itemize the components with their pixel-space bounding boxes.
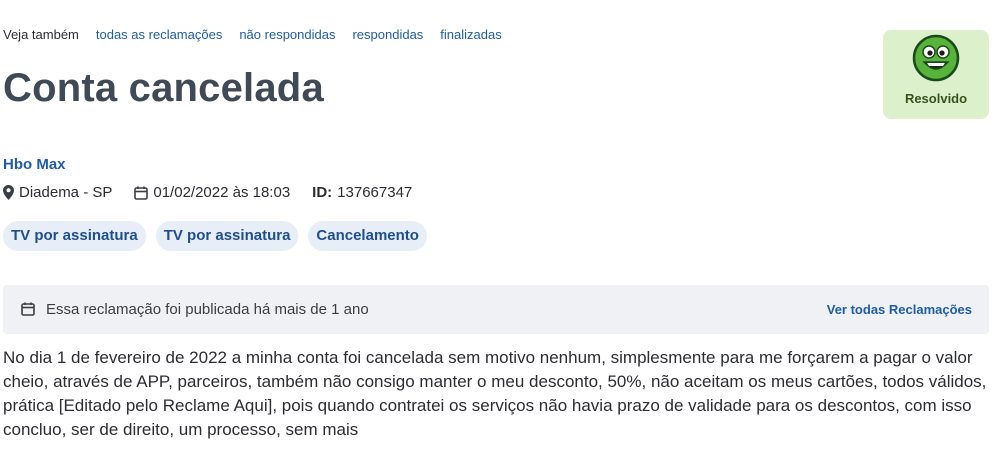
location-text: Diadema - SP xyxy=(19,184,113,201)
complaint-meta: Diadema - SP 01/02/2022 às 18:03 ID: 137… xyxy=(3,184,412,201)
see-also-label: Veja também xyxy=(3,27,79,42)
category-tags: TV por assinatura TV por assinatura Canc… xyxy=(3,221,427,251)
link-finalized[interactable]: finalizadas xyxy=(440,27,501,42)
link-unanswered[interactable]: não respondidas xyxy=(239,27,335,42)
status-badge: Resolvido xyxy=(883,30,989,119)
see-also-nav: Veja também todas as reclamações não res… xyxy=(3,27,502,42)
location-pin-icon xyxy=(3,185,14,200)
tag-category-2[interactable]: TV por assinatura xyxy=(155,221,299,251)
tag-problem[interactable]: Cancelamento xyxy=(308,221,427,251)
id-label: ID: xyxy=(312,184,333,201)
calendar-icon xyxy=(134,186,149,200)
old-complaint-notice: Essa reclamação foi publicada há mais de… xyxy=(3,285,989,334)
link-all-complaints[interactable]: todas as reclamações xyxy=(96,27,222,42)
status-label: Resolvido xyxy=(904,91,968,106)
happy-face-icon xyxy=(912,34,960,82)
tag-category-1[interactable]: TV por assinatura xyxy=(3,221,146,251)
calendar-icon xyxy=(21,302,35,321)
view-all-complaints-link[interactable]: Ver todas Reclamações xyxy=(827,302,972,317)
date-text: 01/02/2022 às 18:03 xyxy=(153,184,291,201)
link-answered[interactable]: respondidas xyxy=(352,27,423,42)
company-link[interactable]: Hbo Max xyxy=(3,156,66,173)
notice-text: Essa reclamação foi publicada há mais de… xyxy=(46,301,369,318)
page-title: Conta cancelada xyxy=(3,66,324,110)
complaint-body: No dia 1 de fevereiro de 2022 a minha co… xyxy=(3,348,987,439)
id-value: 137667347 xyxy=(337,184,413,201)
